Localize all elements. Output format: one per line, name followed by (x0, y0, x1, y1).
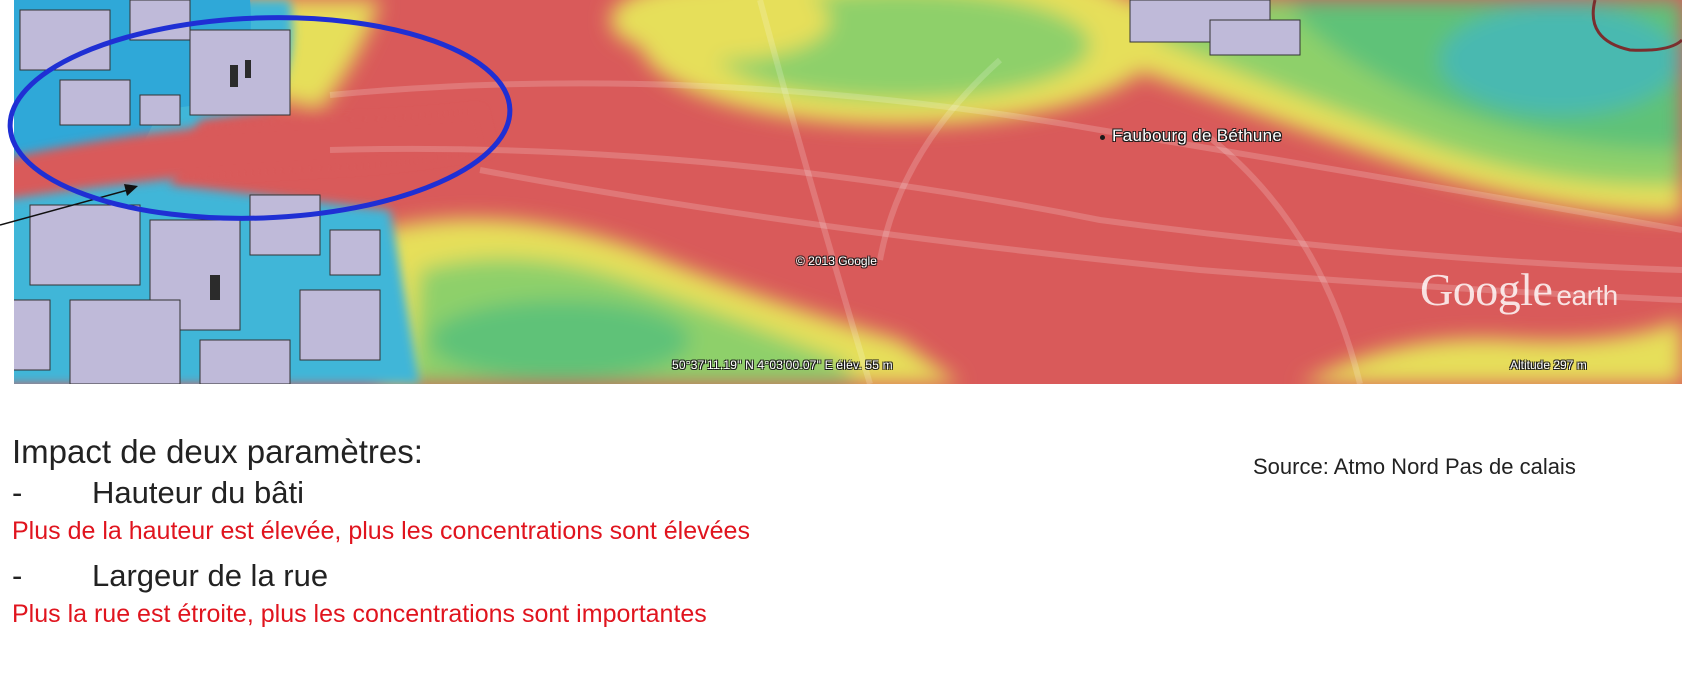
slide: Faubourg de Béthune © 2013 Google 50°37'… (0, 0, 1682, 674)
source-credit: Source: Atmo Nord Pas de calais (1253, 454, 1576, 479)
google-earth-logo: Google earth (1420, 263, 1618, 316)
parameter-1-note: Plus de la hauteur est élevée, plus les … (12, 517, 750, 545)
parameter-1-label: Hauteur du bâti (92, 475, 304, 510)
bullet-dash: - (12, 475, 23, 510)
place-marker-icon (1100, 135, 1105, 140)
place-label: Faubourg de Béthune (1112, 126, 1283, 145)
brand-main: Google (1420, 264, 1553, 315)
parameter-2-label: Largeur de la rue (92, 558, 329, 593)
pollution-map: Faubourg de Béthune © 2013 Google 50°37'… (0, 0, 1682, 384)
parameter-2: - Largeur de la rue (12, 557, 750, 598)
parameter-1: - Hauteur du bâti (12, 474, 750, 515)
explanation-text: Impact de deux paramètres: - Hauteur du … (12, 432, 750, 640)
map-copyright: © 2013 Google (796, 254, 877, 268)
heading: Impact de deux paramètres: (12, 433, 423, 470)
map-altitude: Altitude 297 m (1510, 358, 1587, 372)
map-coordinates: 50°37'11.19" N 4°03'00.07" E élév. 55 m (672, 358, 893, 372)
map-image (0, 0, 1682, 384)
brand-sub: earth (1556, 280, 1618, 311)
bullet-dash: - (12, 558, 23, 593)
parameter-2-note: Plus la rue est étroite, plus les concen… (12, 600, 707, 628)
